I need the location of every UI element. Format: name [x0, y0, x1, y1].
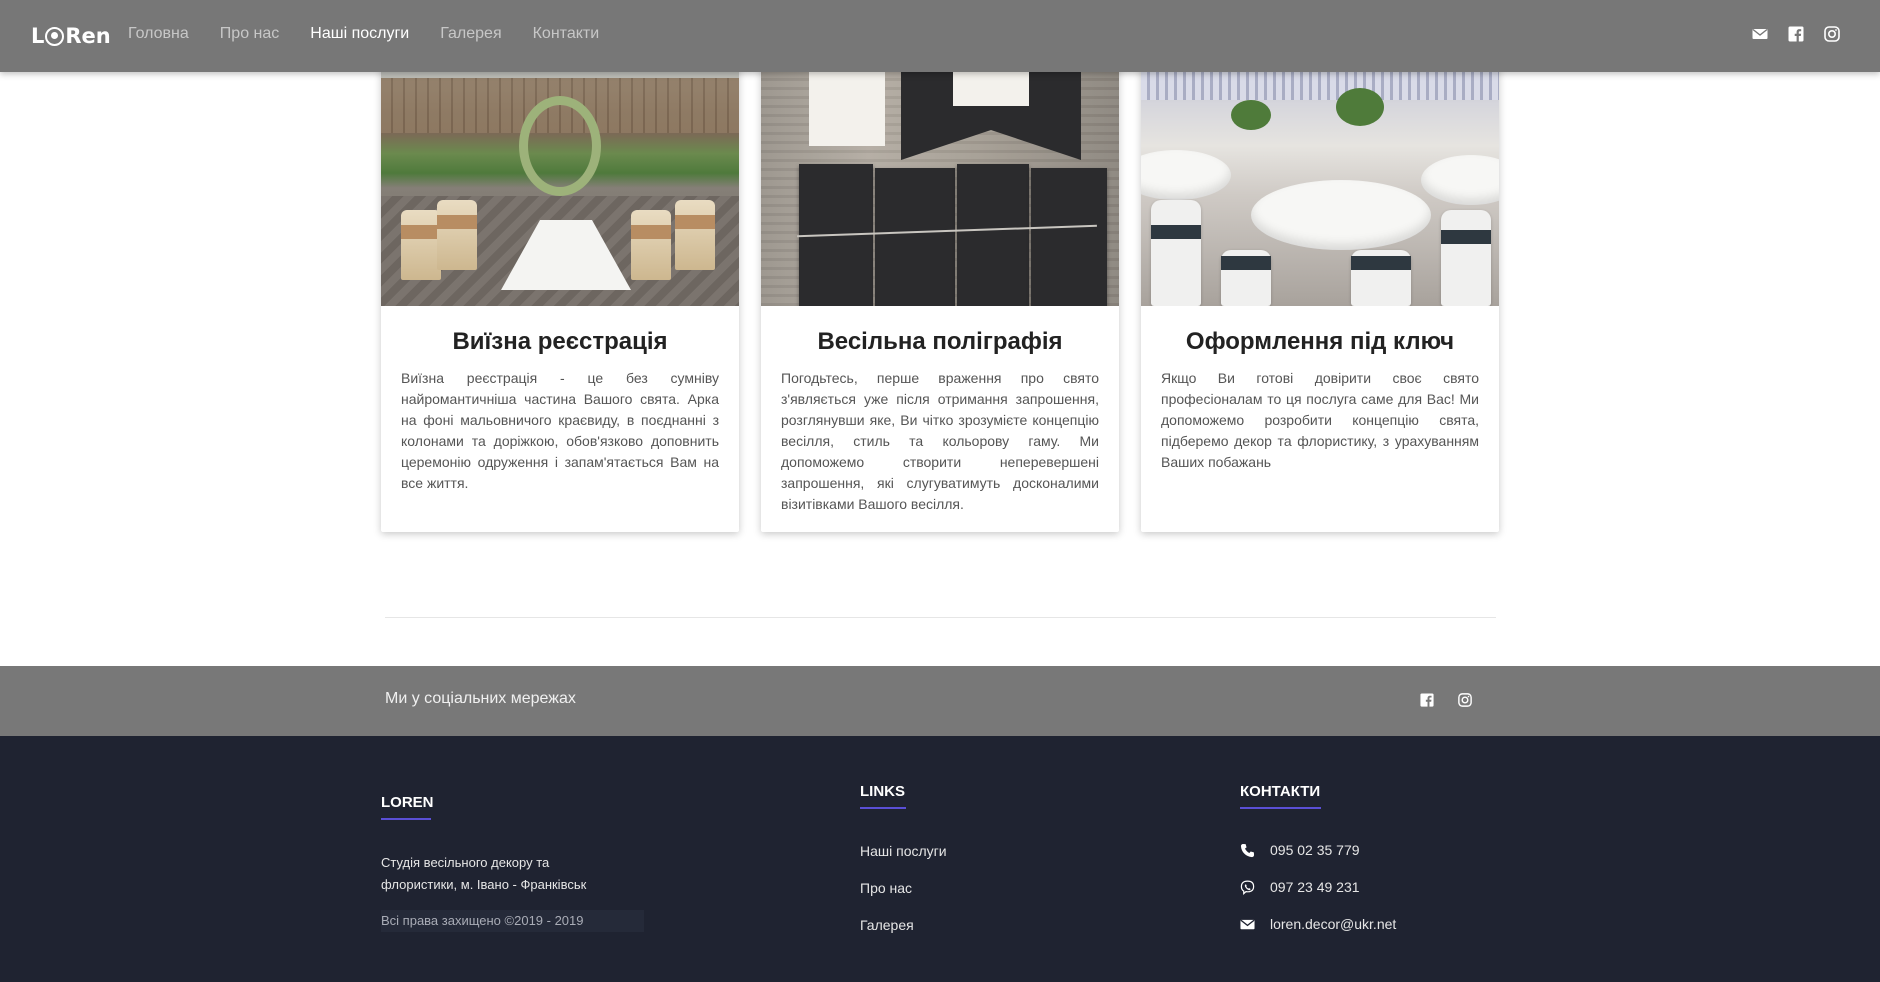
nav-social-icons — [1752, 26, 1840, 42]
service-title: Виїзна реєстрація — [452, 328, 668, 355]
footer-about-heading: LOREN — [381, 794, 434, 820]
banquet-hall-image — [1141, 60, 1499, 306]
outdoor-ceremony-image — [381, 60, 739, 306]
footer-link-services[interactable]: Наші послуги — [860, 843, 947, 859]
contact-viber-text: 097 23 49 231 — [1270, 879, 1360, 895]
site-footer: LOREN Студія весільного декору та флорис… — [0, 736, 1880, 982]
service-description: Виїзна реєстрація - це без сумніву найро… — [401, 370, 719, 491]
envelope-icon — [1240, 917, 1255, 932]
service-title: Весільна поліграфія — [817, 328, 1063, 355]
contact-phone-1[interactable]: 095 02 35 779 — [1240, 842, 1360, 858]
copyright-text: Всі права захищено ©2019 - 2019 — [381, 910, 644, 932]
brand-logo[interactable]: L Ren — [31, 22, 111, 50]
social-strip: Ми у соціальних мережах — [0, 666, 1880, 736]
contact-email-text: loren.decor@ukr.net — [1270, 916, 1397, 932]
section-divider — [385, 617, 1496, 618]
footer-contacts-heading: КОНТАКТИ — [1240, 783, 1322, 809]
services-cards: Виїзна реєстрація Виїзна реєстрація - це… — [381, 60, 1500, 534]
top-navbar: L Ren Головна Про нас Наші послуги Галере… — [0, 0, 1880, 72]
facebook-icon[interactable] — [1788, 26, 1804, 42]
nav-link-about[interactable]: Про нас — [220, 25, 279, 43]
nav-link-gallery[interactable]: Галерея — [440, 25, 501, 43]
footer-link-gallery[interactable]: Галерея — [860, 917, 914, 933]
instagram-icon[interactable] — [1458, 693, 1472, 707]
footer-links-heading: LINKS — [860, 783, 906, 809]
facebook-icon[interactable] — [1420, 693, 1434, 707]
phone-icon — [1240, 843, 1255, 858]
contact-email[interactable]: loren.decor@ukr.net — [1240, 916, 1396, 932]
footer-description: Студія весільного декору та флористики, … — [381, 855, 587, 892]
wedding-invitations-image — [761, 60, 1119, 306]
nav-link-contacts[interactable]: Контакти — [533, 25, 600, 43]
nav-menu: Головна Про нас Наші послуги Галерея Кон… — [128, 0, 630, 68]
nav-link-services[interactable]: Наші послуги — [310, 25, 409, 43]
service-card: Виїзна реєстрація Виїзна реєстрація - це… — [381, 60, 739, 532]
envelope-icon[interactable] — [1752, 26, 1768, 42]
logo-ring-icon — [45, 26, 65, 46]
service-card: Оформлення під ключ Якщо Ви готові довір… — [1141, 60, 1499, 532]
social-strip-icons — [1420, 693, 1472, 707]
viber-icon — [1240, 880, 1255, 895]
service-description: Погодьтесь, перше враження про свято з'я… — [781, 370, 1099, 512]
service-description: Якщо Ви готові довірити своє свято профе… — [1161, 370, 1479, 470]
service-title: Оформлення під ключ — [1185, 328, 1455, 355]
contact-phone-text: 095 02 35 779 — [1270, 842, 1360, 858]
instagram-icon[interactable] — [1824, 26, 1840, 42]
social-strip-label: Ми у соціальних мережах — [385, 690, 576, 707]
nav-link-home[interactable]: Головна — [128, 25, 189, 43]
footer-link-about[interactable]: Про нас — [860, 880, 912, 896]
service-card: Весільна поліграфія Погодьтесь, перше вр… — [761, 60, 1119, 532]
contact-viber[interactable]: 097 23 49 231 — [1240, 879, 1360, 895]
